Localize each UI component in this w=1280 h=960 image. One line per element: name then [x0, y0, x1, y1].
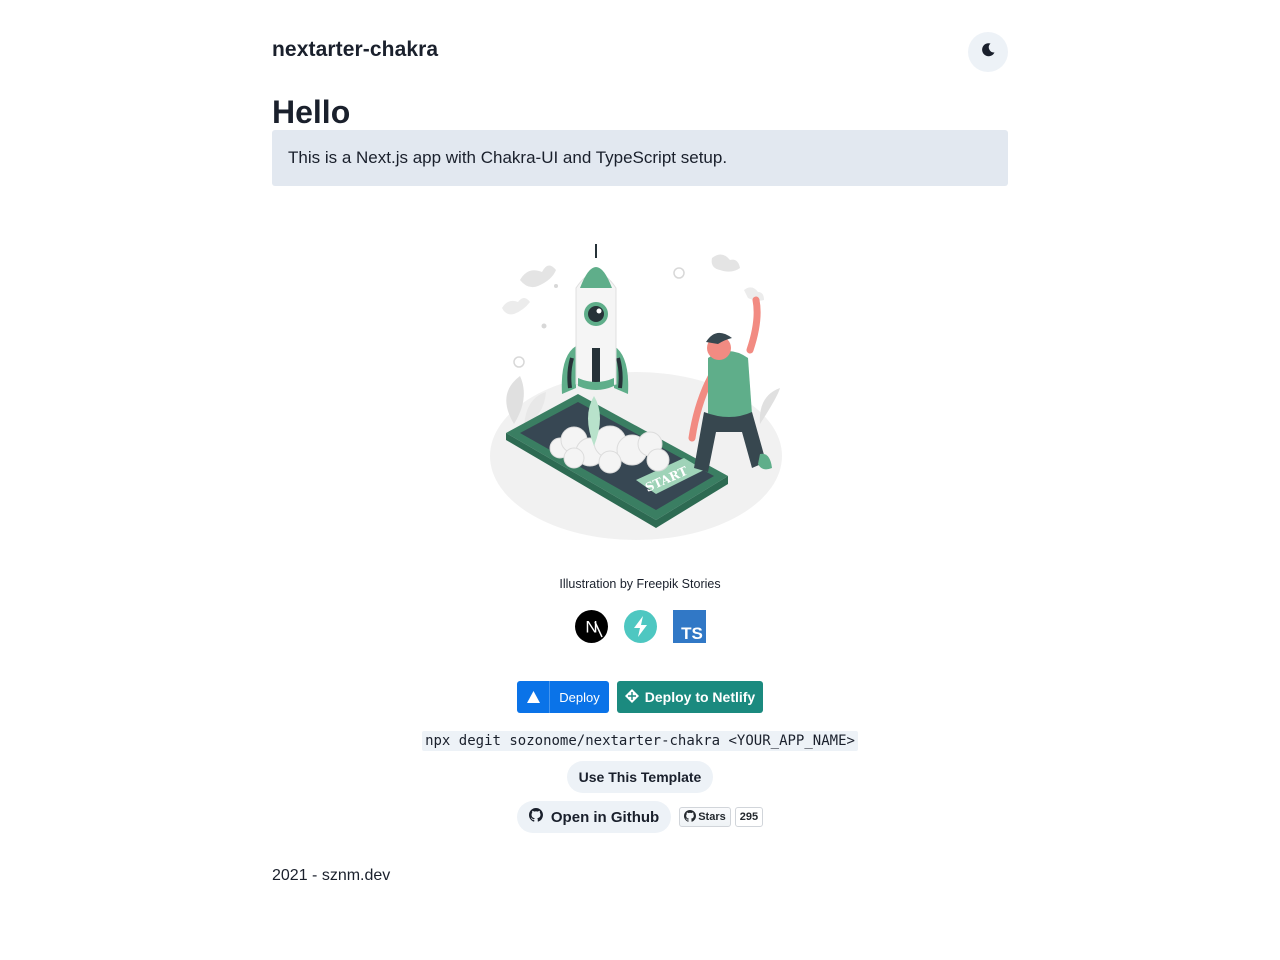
stars-count[interactable]: 295 — [734, 807, 764, 827]
github-row: Open in Github Stars 295 — [272, 801, 1008, 833]
tech-stack-icons: N TS — [272, 610, 1008, 643]
illustration-credit[interactable]: Illustration by Freepik Stories — [272, 577, 1008, 591]
nextjs-icon[interactable]: N — [574, 610, 608, 643]
theme-toggle-button[interactable] — [968, 32, 1008, 72]
deploy-netlify-button[interactable]: Deploy to Netlify — [617, 681, 763, 713]
github-small-icon — [684, 809, 697, 825]
app-title[interactable]: nextarter-chakra — [272, 38, 438, 62]
deploy-vercel-label: Deploy — [559, 689, 600, 705]
page: nextarter-chakra Hello This is a Next.js… — [272, 0, 1008, 960]
typescript-label: TS — [681, 624, 703, 643]
deploy-vercel-button[interactable]: Deploy — [517, 681, 609, 713]
deploy-buttons: Deploy Deploy to Netlify — [272, 681, 1008, 713]
moon-icon — [980, 42, 996, 63]
github-stars-badge: Stars 295 — [679, 807, 764, 827]
template-row: Use This Template — [272, 761, 1008, 793]
degit-command: npx degit sozonome/nextarter-chakra <YOU… — [422, 731, 858, 751]
deploy-netlify-label: Deploy to Netlify — [644, 689, 756, 705]
stars-label: Stars — [698, 811, 726, 823]
header: nextarter-chakra — [272, 32, 1008, 72]
page-heading: Hello — [272, 94, 351, 130]
command-row: npx degit sozonome/nextarter-chakra <YOU… — [272, 731, 1008, 751]
rocket-launch-illustration: START — [490, 228, 790, 548]
chakra-ui-icon[interactable] — [623, 610, 657, 643]
github-stars-button[interactable]: Stars — [679, 807, 731, 827]
typescript-icon[interactable]: TS — [672, 610, 706, 643]
footer-text: 2021 - sznm.dev — [272, 867, 391, 884]
vercel-triangle-icon — [517, 681, 550, 713]
open-github-button[interactable]: Open in Github — [516, 801, 672, 833]
use-template-button[interactable]: Use This Template — [566, 761, 714, 793]
intro-alert: This is a Next.js app with Chakra-UI and… — [272, 130, 1008, 186]
open-github-label: Open in Github — [550, 808, 660, 826]
nextjs-letter: N — [585, 618, 597, 637]
intro-text: This is a Next.js app with Chakra-UI and… — [288, 148, 728, 167]
netlify-diamond-icon — [624, 688, 639, 706]
github-icon — [528, 808, 543, 826]
